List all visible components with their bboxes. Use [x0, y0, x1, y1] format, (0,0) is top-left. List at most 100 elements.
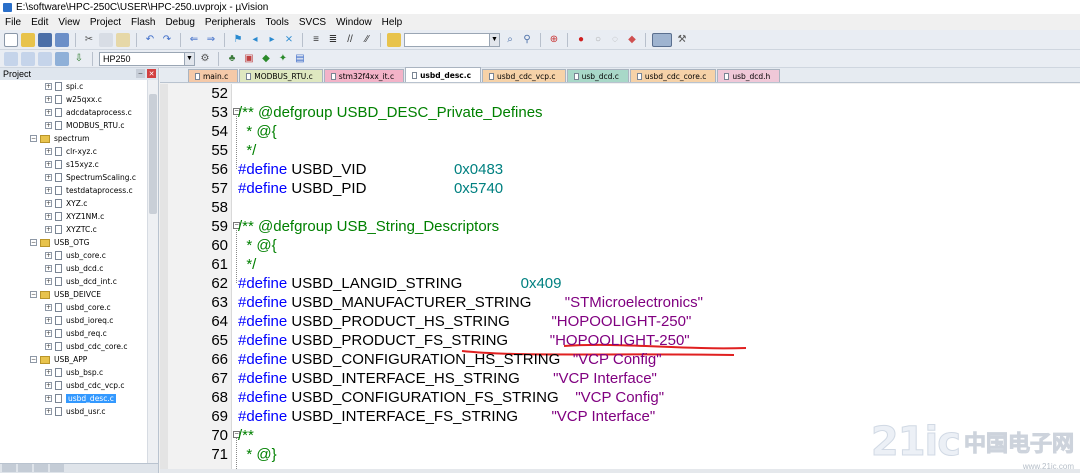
expand-icon[interactable]: + — [45, 122, 52, 129]
tree-file[interactable]: + SpectrumScaling.c — [0, 171, 158, 184]
insert-breakpoint-icon[interactable]: ● — [574, 33, 588, 47]
code-line[interactable]: 59 /** @defgroup USB_String_Descriptors — [160, 217, 1080, 236]
editor-tab[interactable]: stm32f4xx_it.c — [323, 69, 405, 82]
expand-icon[interactable]: + — [45, 317, 52, 324]
expand-icon[interactable]: + — [45, 395, 52, 402]
tree-file[interactable]: + usb_dcd.c — [0, 262, 158, 275]
tree-file[interactable]: + usbd_cdc_core.c — [0, 340, 158, 353]
open-folder-icon[interactable] — [21, 32, 35, 47]
tree-file[interactable]: + clr-xyz.c — [0, 145, 158, 158]
expand-icon[interactable]: + — [45, 109, 52, 116]
rebuild-icon[interactable] — [38, 51, 52, 66]
incremental-find-icon[interactable]: ⚲ — [520, 33, 534, 47]
tree-folder[interactable]: − spectrum — [0, 132, 158, 145]
tree-file[interactable]: + usbd_core.c — [0, 301, 158, 314]
scrollbar-thumb[interactable] — [149, 94, 157, 214]
menu-item-file[interactable]: File — [0, 17, 26, 28]
target-select[interactable]: HP250 ▼ — [99, 51, 195, 66]
target-options-icon[interactable]: ⚙ — [198, 52, 212, 66]
collapse-icon[interactable]: − — [30, 239, 37, 246]
next-bookmark-icon[interactable]: ▸ — [265, 33, 279, 47]
save-all-icon[interactable] — [55, 32, 69, 47]
expand-icon[interactable]: + — [45, 187, 52, 194]
code-line[interactable]: 53 /** @defgroup USBD_DESC_Private_Define… — [160, 103, 1080, 122]
tree-file[interactable]: + usb_bsp.c — [0, 366, 158, 379]
configure-icon[interactable]: ⚒ — [675, 33, 689, 47]
code-line[interactable]: 62 #define USBD_LANGID_STRING 0x409 — [160, 274, 1080, 293]
menu-item-debug[interactable]: Debug — [160, 17, 199, 28]
find-in-files-icon[interactable] — [387, 32, 401, 47]
copy-icon[interactable] — [99, 32, 113, 47]
code-editor[interactable]: − − − 21ic 中国电子网 www.21ic.com 52 53/** @d… — [160, 84, 1080, 473]
collapse-icon[interactable]: − — [30, 356, 37, 363]
file-extensions-icon[interactable]: ▣ — [242, 52, 256, 66]
editor-tab[interactable]: main.c — [188, 69, 239, 82]
find-icon[interactable]: ⌕ — [503, 33, 517, 47]
editor-tab[interactable]: usbd_desc.c — [405, 67, 482, 82]
expand-icon[interactable]: + — [45, 330, 52, 337]
tree-file[interactable]: + usbd_req.c — [0, 327, 158, 340]
menu-item-svcs[interactable]: SVCS — [294, 17, 331, 28]
expand-icon[interactable]: + — [45, 200, 52, 207]
expand-icon[interactable]: + — [45, 343, 52, 350]
menu-item-peripherals[interactable]: Peripherals — [200, 17, 261, 28]
expand-icon[interactable]: + — [45, 252, 52, 259]
editor-tab[interactable]: usb_dcd.c — [566, 69, 629, 82]
tree-file[interactable]: + usbd_usr.c — [0, 405, 158, 418]
redo-icon[interactable]: ↷ — [160, 33, 174, 47]
unindent-icon[interactable]: ≣ — [326, 33, 340, 47]
tree-file[interactable]: + testdataprocess.c — [0, 184, 158, 197]
code-line[interactable]: 52 — [160, 84, 1080, 103]
tree-file[interactable]: + MODBUS_RTU.c — [0, 119, 158, 132]
code-line[interactable]: 60 * @{ — [160, 236, 1080, 255]
nav-forward-icon[interactable]: ⇒ — [204, 33, 218, 47]
expand-icon[interactable]: + — [45, 161, 52, 168]
tree-file[interactable]: + usbd_cdc_vcp.c — [0, 379, 158, 392]
editor-tab[interactable]: MODBUS_RTU.c — [239, 69, 323, 82]
prev-bookmark-icon[interactable]: ◂ — [248, 33, 262, 47]
editor-tab[interactable]: usbd_cdc_core.c — [629, 69, 717, 82]
tree-file[interactable]: + XYZ.c — [0, 197, 158, 210]
save-icon[interactable] — [38, 32, 52, 47]
menu-item-flash[interactable]: Flash — [126, 17, 160, 28]
code-line[interactable]: 61 */ — [160, 255, 1080, 274]
paste-icon[interactable] — [116, 32, 130, 47]
download-icon[interactable]: ⇩ — [72, 52, 86, 66]
batch-build-icon[interactable] — [55, 51, 69, 66]
editor-horizontal-scrollbar[interactable] — [160, 469, 1080, 473]
tree-file[interactable]: + usb_dcd_int.c — [0, 275, 158, 288]
tree-folder[interactable]: − USB_OTG — [0, 236, 158, 249]
tree-folder[interactable]: − USB_APP — [0, 353, 158, 366]
code-line[interactable]: 67 #define USBD_INTERFACE_HS_STRING "VCP … — [160, 369, 1080, 388]
code-line[interactable]: 70 /** — [160, 426, 1080, 445]
indent-icon[interactable]: ≡ — [309, 33, 323, 47]
editor-tab[interactable]: usbd_cdc_vcp.c — [482, 69, 566, 82]
code-line[interactable]: 58 — [160, 198, 1080, 217]
tree-file[interactable]: + usb_core.c — [0, 249, 158, 262]
tree-file[interactable]: + XYZ1NM.c — [0, 210, 158, 223]
expand-icon[interactable]: + — [45, 304, 52, 311]
chevron-down-icon[interactable]: ▼ — [489, 33, 499, 46]
project-tree-scrollbar[interactable] — [147, 80, 158, 473]
undo-icon[interactable]: ↶ — [143, 33, 157, 47]
collapse-icon[interactable]: − — [30, 291, 37, 298]
tab-books[interactable] — [18, 464, 32, 472]
clear-bookmarks-icon[interactable]: ⨯ — [282, 33, 296, 47]
editor-tab[interactable]: usb_dcd.h — [717, 69, 781, 82]
tree-file[interactable]: + s15xyz.c — [0, 158, 158, 171]
translate-icon[interactable] — [4, 51, 18, 66]
tree-file[interactable]: + usbd_desc.c — [0, 392, 158, 405]
tree-folder[interactable]: − USB_DEIVCE — [0, 288, 158, 301]
expand-icon[interactable]: + — [45, 148, 52, 155]
tree-file[interactable]: + XYZTC.c — [0, 223, 158, 236]
tree-file[interactable]: + adcdataprocess.c — [0, 106, 158, 119]
build-icon[interactable] — [21, 51, 35, 66]
close-icon[interactable]: ✕ — [147, 69, 156, 78]
menu-item-tools[interactable]: Tools — [261, 17, 294, 28]
new-file-icon[interactable] — [4, 32, 18, 47]
expand-icon[interactable]: + — [45, 369, 52, 376]
disable-breakpoint-icon[interactable]: ○ — [591, 33, 605, 47]
tab-templates[interactable] — [50, 464, 64, 472]
bookmark-icon[interactable]: ⚑ — [231, 33, 245, 47]
pack-installer-icon[interactable]: ◆ — [259, 52, 273, 66]
